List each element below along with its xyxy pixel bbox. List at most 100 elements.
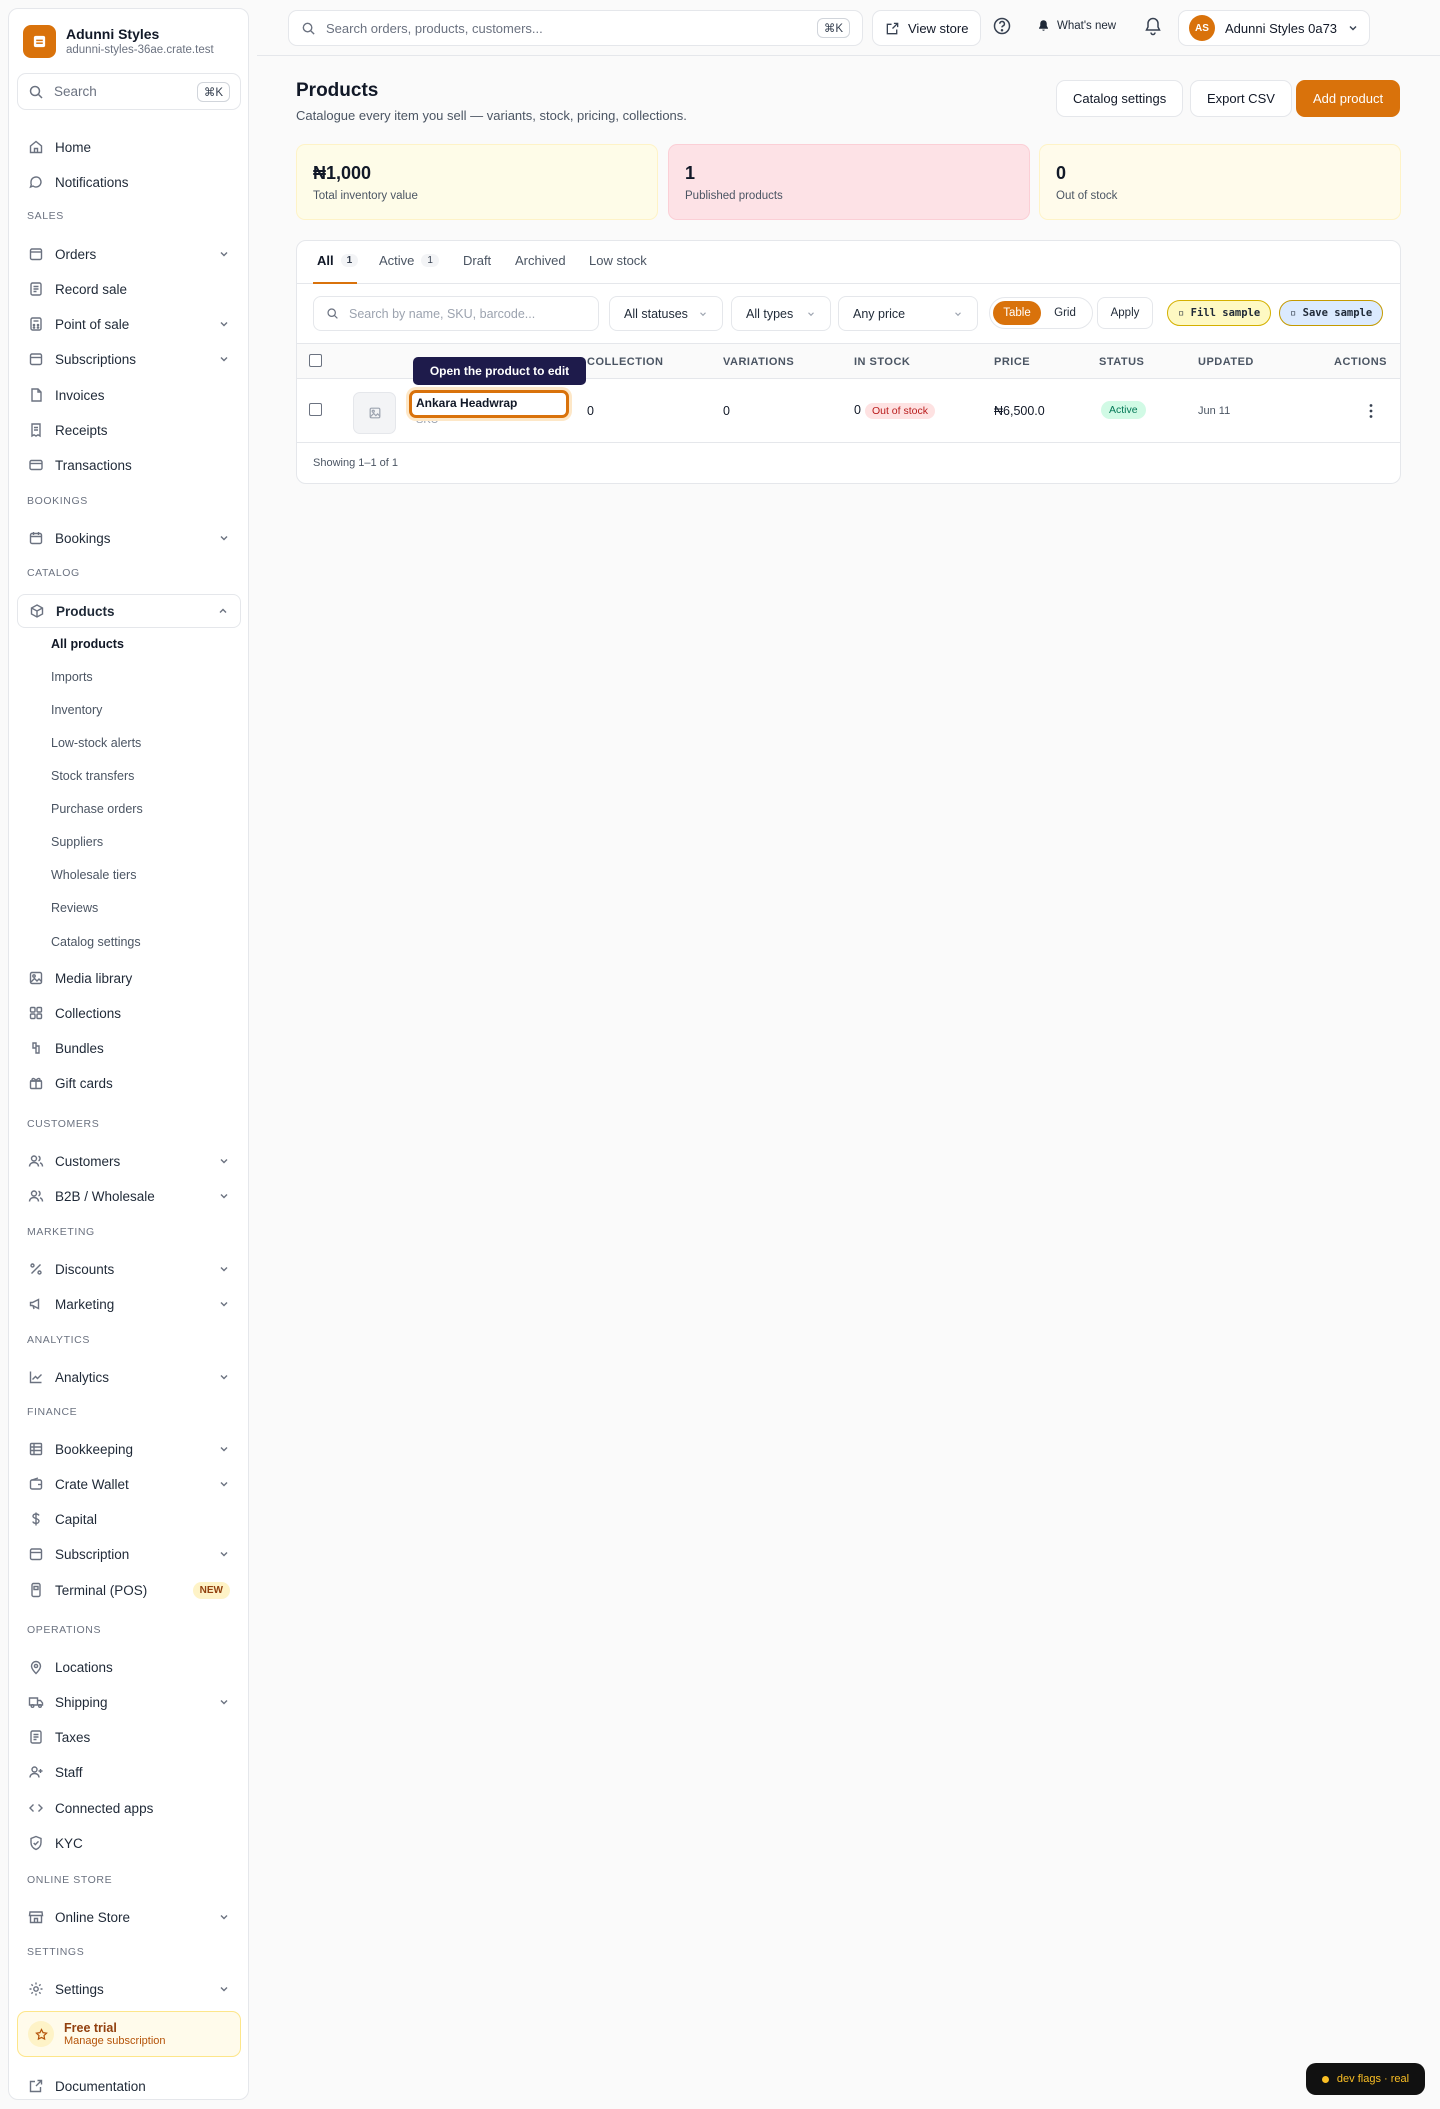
manage-subscription-link[interactable]: Manage subscription [64,2035,166,2047]
save-sample-button[interactable]: ▫ Save sample [1279,300,1384,326]
whats-new-button[interactable]: What's new [1037,19,1116,32]
product-search-input[interactable]: Search by name, SKU, barcode... [313,296,599,331]
sidebar-item-connected-apps[interactable]: Connected apps [17,1792,241,1824]
catalog-settings-button[interactable]: Catalog settings [1056,80,1184,117]
account-menu[interactable]: AS Adunni Styles 0a73 [1178,10,1371,46]
sidebar-item-bookings[interactable]: Bookings [17,522,241,554]
sidebar-item-marketing[interactable]: Marketing [17,1288,241,1320]
apply-filters-button[interactable]: Apply [1097,297,1153,329]
row-actions-menu-icon[interactable] [1363,402,1379,420]
product-name-link[interactable]: Ankara Headwrap [409,390,569,418]
sidebar-item-notifications[interactable]: Notifications [17,166,241,198]
view-store-button[interactable]: View store [872,10,982,46]
price-filter-select[interactable]: Any price [838,296,978,331]
sidebar-search[interactable]: Search ⌘K [17,73,241,110]
sidebar-item-customers[interactable]: Customers [17,1145,241,1177]
sidebar-item-subscriptions[interactable]: Subscriptions [17,343,241,375]
sidebar-item-home[interactable]: Home [17,131,241,163]
tab-archived[interactable]: Archived [515,253,566,268]
sidebar-subitem-suppliers[interactable]: Suppliers [51,835,103,849]
sidebar-subitem-stock-transfers[interactable]: Stock transfers [51,769,134,783]
status-filter-select[interactable]: All statuses [609,296,723,331]
notifications-bell-icon[interactable] [1143,16,1165,38]
sidebar-item-locations[interactable]: Locations [17,1651,241,1683]
sidebar-item-kyc[interactable]: KYC [17,1827,241,1859]
column-updated[interactable]: UPDATED [1198,356,1254,368]
sidebar-item-gift-cards[interactable]: Gift cards [17,1067,241,1099]
add-product-button[interactable]: Add product [1296,80,1401,117]
sidebar-item-terminal-pos[interactable]: Terminal (POS) NEW [17,1574,241,1606]
global-search-input[interactable]: Search orders, products, customers... ⌘K [288,10,863,46]
type-filter-select[interactable]: All types [731,296,831,331]
record-sale-icon [30,282,42,296]
sidebar-item-capital[interactable]: Capital [17,1503,241,1535]
select-all-checkbox[interactable] [309,354,322,367]
sidebar-item-bundles[interactable]: Bundles [17,1032,241,1064]
column-in-stock[interactable]: IN STOCK [854,356,910,368]
free-trial-card[interactable]: Free trial Manage subscription [17,2011,241,2057]
star-icon [28,2021,54,2047]
sidebar-subitem-reviews[interactable]: Reviews [51,901,98,915]
sidebar-item-online-store[interactable]: Online Store [17,1901,241,1933]
column-status[interactable]: STATUS [1099,356,1144,368]
sidebar-item-shipping[interactable]: Shipping [17,1686,241,1718]
chevron-down-icon [220,1552,228,1557]
column-variations[interactable]: VARIATIONS [723,356,794,368]
tab-low-stock[interactable]: Low stock [589,253,647,268]
sidebar-item-discounts[interactable]: Discounts [17,1253,241,1285]
account-name: Adunni Styles 0a73 [1225,20,1338,36]
sidebar-item-media-library[interactable]: Media library [17,962,241,994]
table-row[interactable]: SKU — Ankara Headwrap 0 0 0 Out of stock … [297,380,1400,443]
tab-all[interactable]: All 1 [317,253,359,268]
sidebar-item-documentation[interactable]: Documentation [17,2070,241,2102]
sidebar-subitem-wholesale-tiers[interactable]: Wholesale tiers [51,868,136,882]
sidebar-subitem-all-products[interactable]: All products [51,637,124,651]
chevron-down-icon [220,357,228,362]
sidebar-item-orders[interactable]: Orders [17,238,241,270]
sidebar-search-placeholder: Search [54,84,97,99]
sidebar-item-settings[interactable]: Settings [17,1973,241,2005]
stat-value: 1 [685,163,696,183]
sidebar-subitem-imports[interactable]: Imports [51,670,93,684]
sidebar-item-collections[interactable]: Collections [17,997,241,1029]
line-chart-icon [29,1371,42,1384]
tab-draft[interactable]: Draft [463,253,491,268]
brand[interactable]: Adunni Styles adunni-styles-36ae.crate.t… [23,25,214,58]
export-csv-button[interactable]: Export CSV [1190,80,1292,117]
column-collection[interactable]: COLLECTION [587,356,664,368]
sidebar-item-invoices[interactable]: Invoices [17,379,241,411]
tab-active[interactable]: Active 1 [379,253,439,268]
sidebar-subitem-purchase-orders[interactable]: Purchase orders [51,802,143,816]
stat-card-out-of-stock: 0 Out of stock [1039,144,1401,220]
sidebar-item-products[interactable]: Products [17,594,241,628]
sidebar-item-bookkeeping[interactable]: Bookkeeping [17,1433,241,1465]
column-price[interactable]: PRICE [994,356,1030,368]
sidebar-item-label: Notifications [55,174,129,190]
sidebar-subitem-catalog-settings[interactable]: Catalog settings [51,935,141,949]
grid-view-toggle[interactable]: Grid [1041,301,1089,325]
stat-value: ₦1,000 [313,163,372,183]
sidebar-item-b2b-wholesale[interactable]: B2B / Wholesale [17,1180,241,1212]
sidebar-item-subscription[interactable]: Subscription [17,1538,241,1570]
help-icon[interactable] [992,16,1014,38]
sidebar-item-point-of-sale[interactable]: Point of sale [17,308,241,340]
sidebar-item-label: KYC [55,1835,83,1851]
sidebar-item-analytics[interactable]: Analytics [17,1361,241,1393]
sidebar-item-staff[interactable]: Staff [17,1756,241,1788]
row-checkbox[interactable] [309,403,322,416]
table-view-toggle[interactable]: Table [993,301,1041,325]
ledger-icon [29,1442,43,1456]
sidebar-item-transactions[interactable]: Transactions [17,449,241,481]
product-thumbnail[interactable] [353,392,396,434]
fill-sample-button[interactable]: ▫ Fill sample [1167,300,1272,326]
sidebar-subitem-inventory[interactable]: Inventory [51,703,102,717]
sidebar-item-receipts[interactable]: Receipts [17,414,241,446]
sidebar-subitem-low-stock-alerts[interactable]: Low-stock alerts [51,736,141,750]
sidebar-item-record-sale[interactable]: Record sale [17,273,241,305]
sidebar-item-taxes[interactable]: Taxes [17,1721,241,1753]
dev-flags-pill[interactable]: dev flags · real [1306,2063,1425,2095]
bell-filled-icon [1039,20,1048,31]
search-shortcut: ⌘K [196,81,230,102]
chevron-down-icon [220,1482,228,1487]
sidebar-item-crate-wallet[interactable]: Crate Wallet [17,1468,241,1500]
